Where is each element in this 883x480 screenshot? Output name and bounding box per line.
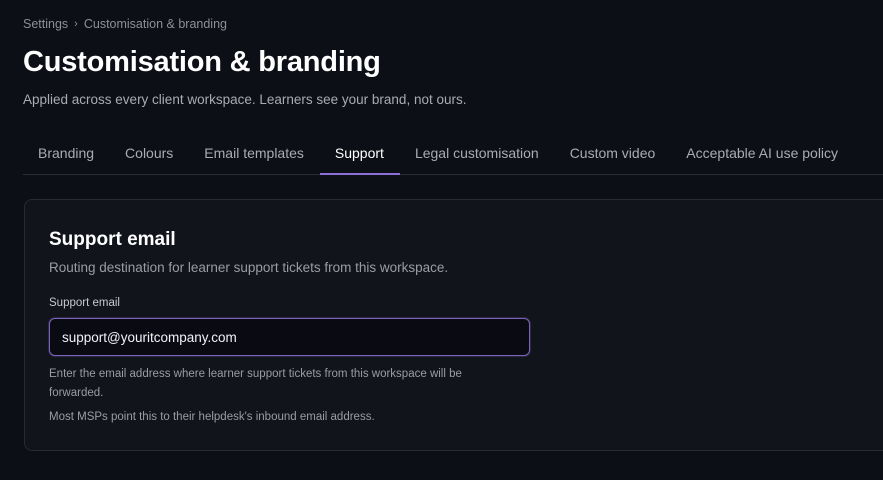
- support-email-card: Support email Routing destination for le…: [24, 199, 883, 451]
- tab-acceptable-ai-use-policy[interactable]: Acceptable AI use policy: [671, 133, 854, 175]
- support-email-input[interactable]: [49, 318, 530, 356]
- tab-bar: Branding Colours Email templates Support…: [23, 133, 883, 175]
- page-title: Customisation & branding: [23, 46, 381, 78]
- support-email-hint-text: Most MSPs point this to their helpdesk's…: [49, 411, 375, 423]
- tab-branding[interactable]: Branding: [23, 133, 110, 175]
- tab-custom-video[interactable]: Custom video: [555, 133, 672, 175]
- card-description: Routing destination for learner support …: [49, 260, 449, 275]
- breadcrumb: Settings › Customisation & branding: [23, 17, 227, 31]
- support-email-help-text: Enter the email address where learner su…: [49, 368, 462, 399]
- settings-page: Settings › Customisation & branding Cust…: [0, 0, 883, 480]
- card-title: Support email: [49, 229, 176, 250]
- page-subtitle: Applied across every client workspace. L…: [23, 92, 467, 107]
- tab-colours[interactable]: Colours: [110, 133, 189, 175]
- tab-legal-customisation[interactable]: Legal customisation: [400, 133, 555, 175]
- support-email-label: Support email: [49, 297, 120, 309]
- breadcrumb-settings-link[interactable]: Settings: [23, 17, 68, 31]
- tab-support[interactable]: Support: [319, 133, 400, 175]
- tab-email-templates[interactable]: Email templates: [189, 133, 320, 175]
- breadcrumb-current: Customisation & branding: [83, 17, 227, 31]
- breadcrumb-separator-icon: ›: [74, 18, 78, 30]
